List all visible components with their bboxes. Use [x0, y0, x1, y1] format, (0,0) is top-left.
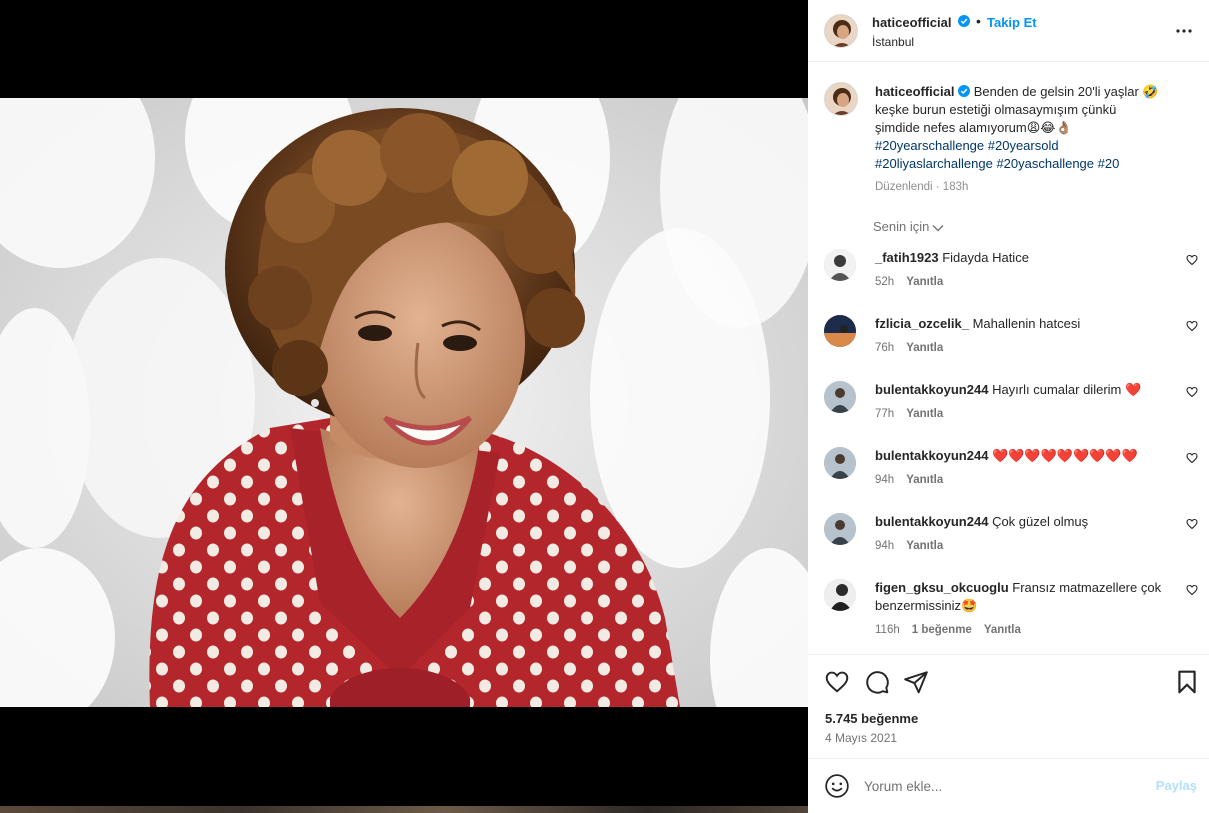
- caption-line: keşke burun estetiği olmasaymışım çünkü: [875, 102, 1117, 117]
- comment-like-count[interactable]: 1 beğenme: [912, 624, 972, 636]
- comment-item: fzlicia_ozcelik_ Mahallenin hatcesi 76h Y…: [808, 315, 1209, 375]
- reply-button[interactable]: Yanıtla: [906, 276, 943, 288]
- hashtag-link[interactable]: #20yearschallenge: [875, 138, 984, 153]
- emoji-icon[interactable]: [824, 773, 850, 799]
- post-photo[interactable]: [0, 98, 808, 707]
- hashtag-link[interactable]: #20yaschallenge: [996, 156, 1094, 171]
- commenter-username[interactable]: figen_gksu_okcuoglu: [875, 580, 1009, 595]
- comment-text: bulentakkoyun244 Çok güzel olmuş: [875, 513, 1175, 531]
- comment-like-heart-icon[interactable]: [1186, 254, 1198, 266]
- comment-icon[interactable]: [864, 669, 890, 695]
- comment-meta: 52h Yanıtla: [875, 276, 955, 288]
- caption-line: şimdide nefes alamıyorum😩😂👌🏽: [875, 120, 1072, 135]
- comment-time[interactable]: 94h: [875, 474, 894, 486]
- comment-like-heart-icon[interactable]: [1186, 320, 1198, 332]
- commenter-username[interactable]: bulentakkoyun244: [875, 382, 988, 397]
- comment-input[interactable]: [864, 773, 1144, 799]
- comment-meta: 94h Yanıtla: [875, 540, 955, 552]
- comment-sort-dropdown[interactable]: Senin için: [873, 219, 944, 234]
- comment-time[interactable]: 76h: [875, 342, 894, 354]
- reply-button[interactable]: Yanıtla: [984, 624, 1021, 636]
- comment-like-heart-icon[interactable]: [1186, 386, 1198, 398]
- verified-badge-icon: [958, 15, 970, 27]
- comment-text: fzlicia_ozcelik_ Mahallenin hatcesi: [875, 315, 1175, 333]
- comment-meta: 77h Yanıtla: [875, 408, 955, 420]
- hashtag-link[interactable]: #20yearsold: [988, 138, 1059, 153]
- meta-separator: ·: [935, 181, 940, 193]
- share-icon[interactable]: [903, 669, 929, 695]
- comment-item: bulentakkoyun244 ❤️❤️❤️❤️❤️❤️❤️❤️❤️ 94h Y…: [808, 447, 1209, 507]
- like-count[interactable]: 5.745 beğenme: [825, 711, 918, 726]
- header-separator: •: [976, 13, 981, 29]
- commenter-avatar[interactable]: [824, 513, 856, 545]
- commenter-avatar[interactable]: [824, 249, 856, 281]
- add-comment-bar: Paylaş: [808, 758, 1209, 813]
- comment-time[interactable]: 52h: [875, 276, 894, 288]
- comment-like-heart-icon[interactable]: [1186, 452, 1198, 464]
- post-location[interactable]: İstanbul: [872, 35, 914, 49]
- comment-text: bulentakkoyun244 ❤️❤️❤️❤️❤️❤️❤️❤️❤️: [875, 447, 1175, 465]
- author-username[interactable]: haticeofficial: [872, 15, 951, 30]
- comment-item: figen_gksu_okcuoglu Fransız matmazellere…: [808, 579, 1209, 654]
- reply-button[interactable]: Yanıtla: [906, 342, 943, 354]
- comment-body: Çok güzel olmuş: [992, 514, 1089, 529]
- comment-item: bulentakkoyun244 Çok güzel olmuş 94h Yanı…: [808, 513, 1209, 573]
- edited-label: Düzenlendi: [875, 181, 933, 193]
- post-actions: 5.745 beğenme 4 Mayıs 2021: [808, 654, 1209, 758]
- reply-button[interactable]: Yanıtla: [906, 474, 943, 486]
- comment-item: _fatih1923 Fidayda Hatice 52h Yanıtla: [808, 249, 1209, 309]
- comment-text: figen_gksu_okcuoglu Fransız matmazellere…: [875, 579, 1175, 615]
- comment-sort-label: Senin için: [873, 219, 930, 234]
- commenter-username[interactable]: fzlicia_ozcelik_: [875, 316, 969, 331]
- media-edge-strip: [0, 806, 808, 813]
- commenter-avatar[interactable]: [824, 315, 856, 347]
- post-header: haticeofficial • Takip Et İstanbul: [808, 0, 1209, 62]
- comment-like-heart-icon[interactable]: [1186, 518, 1198, 530]
- comment-body: ❤️❤️❤️❤️❤️❤️❤️❤️❤️: [992, 448, 1138, 463]
- follow-button[interactable]: Takip Et: [987, 15, 1037, 30]
- comment-time[interactable]: 94h: [875, 540, 894, 552]
- reply-button[interactable]: Yanıtla: [906, 540, 943, 552]
- comment-body: Fidayda Hatice: [942, 250, 1029, 265]
- comment-item: bulentakkoyun244 Hayırlı cumalar dilerim…: [808, 381, 1209, 441]
- post-date: 4 Mayıs 2021: [825, 731, 898, 745]
- reply-button[interactable]: Yanıtla: [906, 408, 943, 420]
- caption-username[interactable]: haticeofficial: [875, 84, 954, 99]
- author-avatar[interactable]: [824, 14, 858, 48]
- more-options-icon[interactable]: [1175, 22, 1193, 40]
- hashtag-link[interactable]: #20: [1098, 156, 1120, 171]
- caption-text: haticeofficial Benden de gelsin 20'li ya…: [875, 83, 1195, 173]
- comment-meta: 116h 1 beğenme Yanıtla: [875, 624, 1033, 636]
- comment-meta: 76h Yanıtla: [875, 342, 955, 354]
- comment-like-heart-icon[interactable]: [1186, 584, 1198, 596]
- commenter-avatar[interactable]: [824, 579, 856, 611]
- commenter-avatar[interactable]: [824, 447, 856, 479]
- comment-text: _fatih1923 Fidayda Hatice: [875, 249, 1175, 267]
- commenter-avatar[interactable]: [824, 381, 856, 413]
- bookmark-icon[interactable]: [1174, 669, 1200, 695]
- comment-meta: 94h Yanıtla: [875, 474, 955, 486]
- comment-time[interactable]: 77h: [875, 408, 894, 420]
- heart-icon[interactable]: [824, 669, 850, 695]
- post-side-panel: haticeofficial • Takip Et İstanbul hatic…: [808, 0, 1209, 813]
- caption-avatar[interactable]: [824, 82, 858, 116]
- post-comment-button[interactable]: Paylaş: [1156, 778, 1197, 793]
- chevron-down-icon: [932, 224, 944, 232]
- comment-text: bulentakkoyun244 Hayırlı cumalar dilerim…: [875, 381, 1175, 399]
- caption-meta: Düzenlendi · 183h: [875, 181, 968, 193]
- comment-time[interactable]: 116h: [875, 624, 900, 636]
- verified-badge-icon: [958, 85, 971, 97]
- comment-body: Mahallenin hatcesi: [972, 316, 1081, 331]
- commenter-username[interactable]: bulentakkoyun244: [875, 448, 988, 463]
- caption-line: Benden de gelsin 20'li yaşlar 🤣: [973, 84, 1159, 99]
- post-media: [0, 0, 808, 813]
- commenter-username[interactable]: bulentakkoyun244: [875, 514, 988, 529]
- hashtag-link[interactable]: #20liyaslarchallenge: [875, 156, 993, 171]
- post-time[interactable]: 183h: [943, 181, 969, 193]
- comment-body: Hayırlı cumalar dilerim ❤️: [992, 382, 1142, 397]
- commenter-username[interactable]: _fatih1923: [875, 250, 939, 265]
